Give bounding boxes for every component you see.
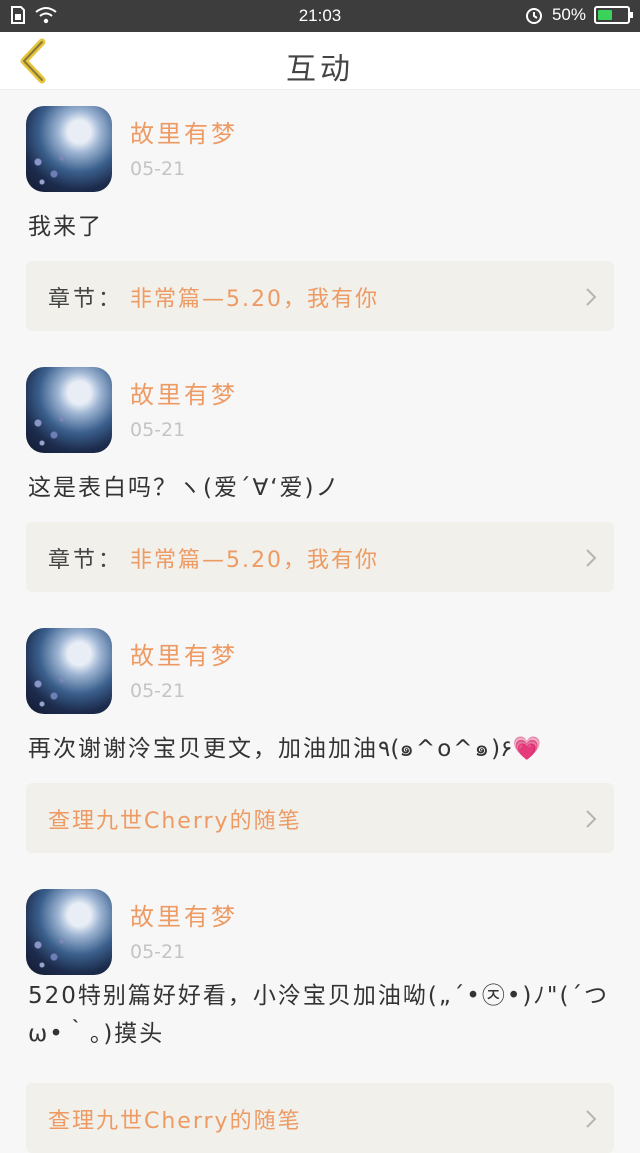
- comment-date: 05-21: [130, 941, 186, 963]
- status-icons-right: 50%: [524, 5, 633, 25]
- comment-card: 故里有梦 05-21 我来了 章节： 非常篇—5.20，我有你: [0, 90, 640, 351]
- chapter-title: 查理九世Cherry的随笔: [48, 809, 302, 834]
- top-nav-bar: 互动: [0, 32, 640, 90]
- chapter-link[interactable]: 查理九世Cherry的随笔: [26, 783, 614, 853]
- username[interactable]: 故里有梦: [130, 114, 238, 149]
- avatar[interactable]: [26, 889, 112, 975]
- comment-text: 再次谢谢泠宝贝更文，加油加油٩(๑^o^๑)۶💗: [28, 736, 542, 762]
- battery-fill: [598, 10, 612, 20]
- chapter-prefix: 章节：: [48, 287, 124, 312]
- comment-card: 故里有梦 05-21 这是表白吗？ヽ(爱´∀‘爱)ノ 章节： 非常篇—5.20，…: [0, 351, 640, 612]
- username[interactable]: 故里有梦: [130, 897, 238, 932]
- chapter-link[interactable]: 章节： 非常篇—5.20，我有你: [26, 261, 614, 331]
- chevron-right-icon: [586, 810, 597, 828]
- chevron-right-icon: [586, 1110, 597, 1128]
- comment-card: 故里有梦 05-21 再次谢谢泠宝贝更文，加油加油٩(๑^o^๑)۶💗 查理九世…: [0, 612, 640, 873]
- chapter-title: 查理九世Cherry的随笔: [48, 1109, 302, 1134]
- chapter-prefix: 章节：: [48, 548, 124, 573]
- username[interactable]: 故里有梦: [130, 375, 238, 410]
- battery-icon: [594, 6, 633, 24]
- avatar[interactable]: [26, 628, 112, 714]
- chapter-title: 非常篇—5.20，我有你: [130, 287, 379, 312]
- comment-text: 520特别篇好好看，小泠宝贝加油呦(„´•㉨•)ﾉ"(´つω•｀。)摸头: [28, 983, 609, 1047]
- comment-feed: 故里有梦 05-21 我来了 章节： 非常篇—5.20，我有你 故里有梦 05-…: [0, 90, 640, 1153]
- chapter-title: 非常篇—5.20，我有你: [130, 548, 379, 573]
- comment-card: 故里有梦 05-21 520特别篇好好看，小泠宝贝加油呦(„´•㉨•)ﾉ"(´つ…: [0, 873, 640, 1153]
- comment-date: 05-21: [130, 158, 186, 180]
- comment-date: 05-21: [130, 419, 186, 441]
- chapter-link[interactable]: 章节： 非常篇—5.20，我有你: [26, 522, 614, 592]
- comment-text: 我来了: [28, 214, 103, 240]
- chevron-right-icon: [586, 288, 597, 306]
- username[interactable]: 故里有梦: [130, 636, 238, 671]
- chapter-link[interactable]: 查理九世Cherry的随笔: [26, 1083, 614, 1153]
- status-bar: 21:03 50%: [0, 0, 640, 32]
- avatar[interactable]: [26, 367, 112, 453]
- comment-text: 这是表白吗？ヽ(爱´∀‘爱)ノ: [28, 475, 341, 501]
- battery-percent: 50%: [551, 5, 586, 24]
- avatar[interactable]: [26, 106, 112, 192]
- chevron-right-icon: [586, 549, 597, 567]
- page-title: 互动: [286, 52, 354, 87]
- alarm-icon: [525, 8, 542, 24]
- comment-date: 05-21: [130, 680, 186, 702]
